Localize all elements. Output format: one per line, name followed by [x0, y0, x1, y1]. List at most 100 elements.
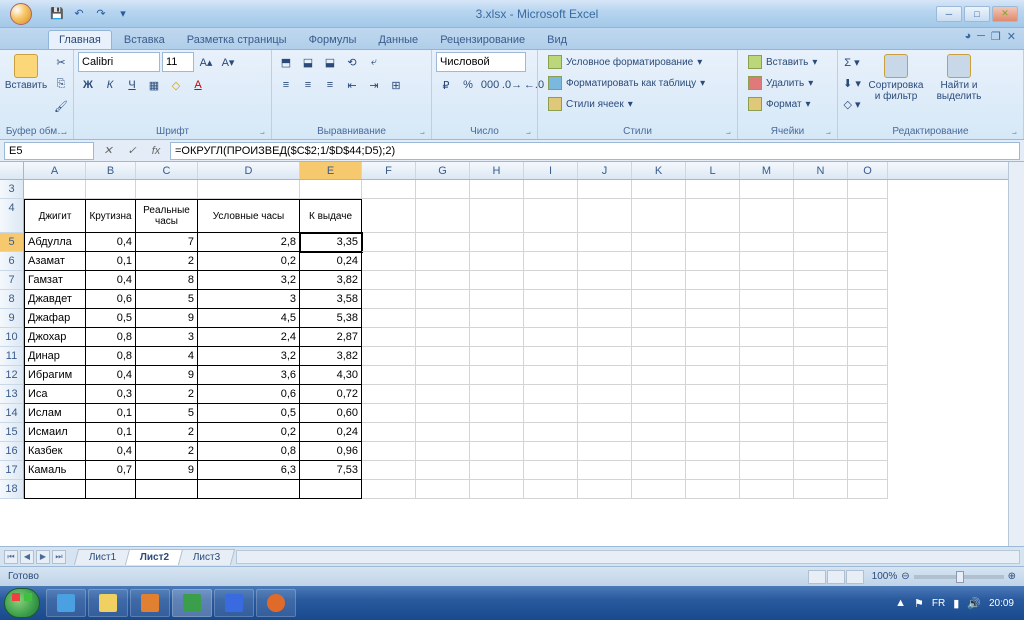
cell[interactable] — [416, 180, 470, 199]
cell[interactable]: 0,6 — [86, 290, 136, 309]
cell[interactable] — [740, 271, 794, 290]
cell[interactable] — [470, 233, 524, 252]
cell[interactable] — [578, 385, 632, 404]
cell[interactable] — [578, 180, 632, 199]
cell[interactable] — [794, 290, 848, 309]
cell[interactable]: 0,1 — [86, 252, 136, 271]
qat-customize-icon[interactable]: ▾ — [114, 5, 132, 23]
cut-icon[interactable]: ✂ — [51, 52, 71, 72]
cell[interactable] — [470, 347, 524, 366]
cell[interactable]: 4,30 — [300, 366, 362, 385]
cell[interactable] — [578, 252, 632, 271]
cell[interactable] — [578, 290, 632, 309]
row-header[interactable]: 9 — [0, 309, 24, 328]
cell[interactable] — [416, 271, 470, 290]
cell[interactable] — [686, 180, 740, 199]
clear-icon[interactable]: ◇ ▾ — [842, 94, 862, 114]
cell[interactable] — [524, 423, 578, 442]
merge-icon[interactable]: ⊞ — [386, 75, 406, 95]
cell[interactable] — [136, 180, 198, 199]
cell[interactable] — [848, 309, 888, 328]
col-header-M[interactable]: M — [740, 162, 794, 179]
cell[interactable] — [686, 347, 740, 366]
cell[interactable] — [848, 347, 888, 366]
orientation-icon[interactable]: ⟲ — [342, 52, 362, 72]
cell[interactable] — [632, 233, 686, 252]
format-painter-icon[interactable]: 🖌 — [51, 96, 71, 116]
row-header[interactable]: 17 — [0, 461, 24, 480]
cell[interactable] — [524, 347, 578, 366]
cell[interactable] — [686, 252, 740, 271]
cell[interactable] — [794, 199, 848, 233]
cell[interactable]: 0,60 — [300, 404, 362, 423]
undo-icon[interactable]: ↶ — [70, 5, 88, 23]
cell[interactable]: 0,4 — [86, 366, 136, 385]
zoom-in-icon[interactable]: ⊕ — [1008, 571, 1016, 582]
cell[interactable] — [362, 233, 416, 252]
conditional-formatting-button[interactable]: Условное форматирование ▾ — [542, 52, 711, 72]
cell[interactable] — [794, 442, 848, 461]
row-header[interactable]: 3 — [0, 180, 24, 199]
cell[interactable]: 0,8 — [86, 328, 136, 347]
col-header-F[interactable]: F — [362, 162, 416, 179]
cell[interactable] — [848, 385, 888, 404]
redo-icon[interactable]: ↷ — [92, 5, 110, 23]
cell[interactable]: 0,2 — [198, 252, 300, 271]
cell[interactable]: 3,35 — [300, 233, 362, 252]
name-box[interactable]: E5 — [4, 142, 94, 160]
cell[interactable] — [740, 461, 794, 480]
cell[interactable]: 0,5 — [86, 309, 136, 328]
cell[interactable]: Исмаил — [24, 423, 86, 442]
cell[interactable] — [848, 423, 888, 442]
cell[interactable]: Абдулла — [24, 233, 86, 252]
font-size-combo[interactable]: 11 — [162, 52, 194, 72]
close-button[interactable]: ✕ — [992, 6, 1018, 22]
align-right-icon[interactable]: ≡ — [320, 75, 340, 95]
cell[interactable] — [524, 271, 578, 290]
cell[interactable]: 0,4 — [86, 271, 136, 290]
cell[interactable] — [362, 423, 416, 442]
cell[interactable] — [794, 461, 848, 480]
cell[interactable] — [470, 290, 524, 309]
cell[interactable]: 0,6 — [198, 385, 300, 404]
increase-indent-icon[interactable]: ⇥ — [364, 75, 384, 95]
cell[interactable] — [524, 252, 578, 271]
cell[interactable] — [632, 309, 686, 328]
volume-icon[interactable]: 🔊 — [967, 597, 981, 610]
cell[interactable]: Ислам — [24, 404, 86, 423]
cell[interactable] — [686, 423, 740, 442]
row-header[interactable]: 5 — [0, 233, 24, 252]
cell[interactable]: Джавдет — [24, 290, 86, 309]
sheet-tab-Лист3[interactable]: Лист3 — [178, 549, 236, 565]
cell[interactable] — [362, 404, 416, 423]
cell[interactable] — [86, 180, 136, 199]
cell[interactable] — [686, 385, 740, 404]
cell[interactable]: 0,4 — [86, 442, 136, 461]
align-middle-icon[interactable]: ⬓ — [298, 52, 318, 72]
cell[interactable] — [686, 309, 740, 328]
cell[interactable]: 2 — [136, 252, 198, 271]
cell[interactable]: 3,82 — [300, 271, 362, 290]
comma-icon[interactable]: 000 — [480, 75, 500, 95]
cell[interactable] — [848, 271, 888, 290]
zoom-level[interactable]: 100% — [872, 571, 898, 582]
horizontal-scrollbar[interactable] — [236, 550, 1020, 564]
cell[interactable]: 7 — [136, 233, 198, 252]
cell[interactable]: 7,53 — [300, 461, 362, 480]
cell[interactable]: 0,2 — [198, 423, 300, 442]
align-left-icon[interactable]: ≡ — [276, 75, 296, 95]
cell[interactable] — [686, 328, 740, 347]
cell[interactable] — [848, 461, 888, 480]
col-header-E[interactable]: E — [300, 162, 362, 179]
cell[interactable] — [848, 290, 888, 309]
cell[interactable] — [362, 328, 416, 347]
cell[interactable] — [362, 271, 416, 290]
cell[interactable] — [470, 199, 524, 233]
cell[interactable]: 4 — [136, 347, 198, 366]
col-header-H[interactable]: H — [470, 162, 524, 179]
cell[interactable] — [524, 290, 578, 309]
cell[interactable] — [362, 385, 416, 404]
cell[interactable]: 2,8 — [198, 233, 300, 252]
help-icon[interactable]: ◕ — [964, 30, 971, 43]
explorer-task-icon[interactable] — [88, 589, 128, 617]
